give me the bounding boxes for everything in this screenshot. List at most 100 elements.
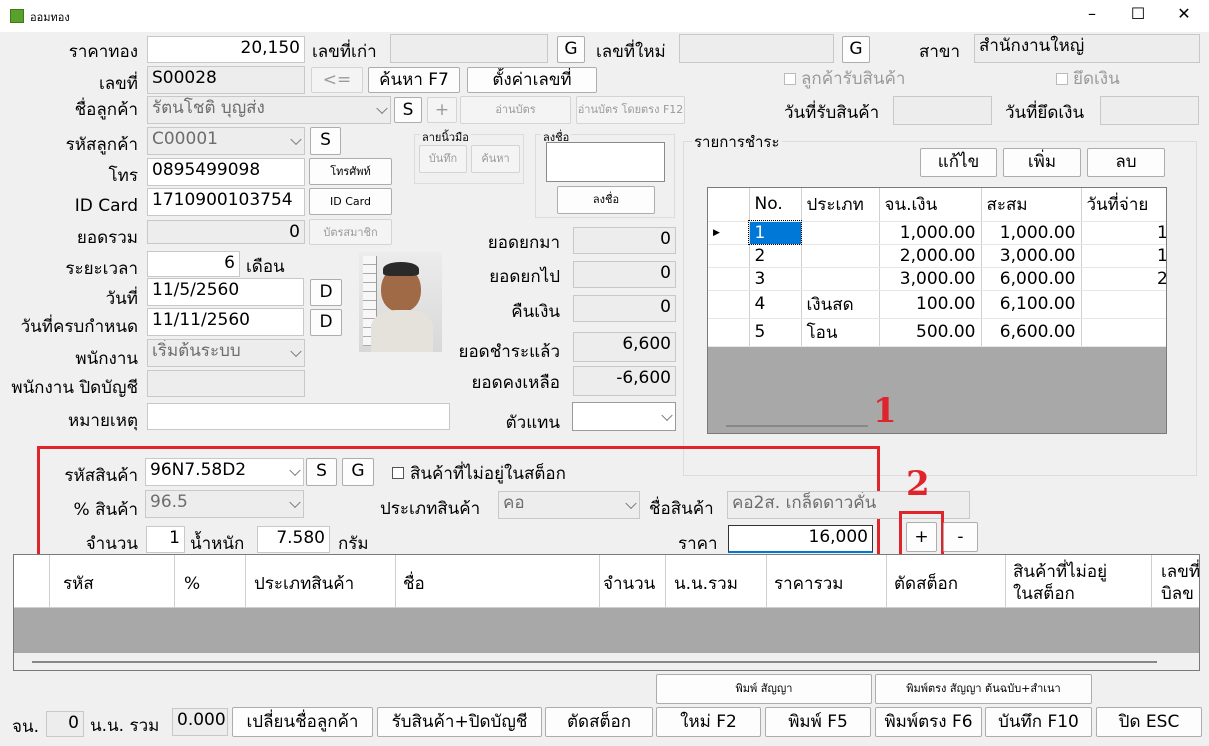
items-col-cut-stock[interactable]: ตัดสต็อก <box>894 573 958 595</box>
items-col-code[interactable]: รหัส <box>63 573 94 595</box>
add-payment-button[interactable]: เพิ่ม <box>1003 148 1081 177</box>
new-f2-button[interactable]: ใหม่ F2 <box>656 707 761 737</box>
row-selector[interactable] <box>708 267 750 291</box>
product-percent-combo[interactable]: 96.5 <box>145 490 304 518</box>
refund-field[interactable]: 0 <box>573 295 676 322</box>
minimize-button[interactable]: – <box>1072 4 1112 23</box>
read-card-direct-button[interactable]: อ่านบัตร โดยตรง F12 <box>576 96 685 124</box>
items-col-qty[interactable]: จำนวน <box>603 573 655 595</box>
customer-code-s-button[interactable]: S <box>310 127 341 155</box>
payment-row[interactable]: 3 3,000.006,000.0025/5/25 <box>708 267 1166 291</box>
payment-row[interactable]: ▶11,000.001,000.0011/5/25 <box>708 220 1166 245</box>
customer-code-combo[interactable]: C00001 <box>147 127 305 155</box>
search-f7-button[interactable]: ค้นหา F7 <box>368 67 460 93</box>
new-no-g-button[interactable]: G <box>842 36 870 63</box>
payments-col-no[interactable]: No. <box>749 188 802 222</box>
due-date-field[interactable]: 11/11/2560 <box>147 308 304 336</box>
close-button[interactable]: ✕ <box>1164 4 1204 23</box>
customer-name-combo[interactable]: รัตนโชติ บุญส่ง <box>147 96 391 124</box>
payments-hscroll[interactable] <box>726 425 868 427</box>
items-col-type[interactable]: ประเภทสินค้า <box>254 573 354 595</box>
old-no-field[interactable] <box>390 34 548 63</box>
cut-stock-button[interactable]: ตัดสต็อก <box>545 707 653 737</box>
member-card-button[interactable]: บัตรสมาชิก <box>309 219 392 245</box>
row-selector[interactable] <box>708 290 750 319</box>
payments-grid[interactable]: No. ประเภท จน.เงิน สะสม วันที่จ่าย ▶ 1 1,0… <box>707 187 1167 434</box>
period-field[interactable]: 6 <box>147 251 240 277</box>
seize-money-checkbox[interactable] <box>1056 73 1068 85</box>
back-button[interactable]: <= <box>311 67 363 93</box>
product-g-button[interactable]: G <box>342 458 374 486</box>
fingerprint-save-button[interactable]: บันทึก <box>419 145 467 173</box>
print-contract-button[interactable]: พิมพ์ สัญญา <box>656 674 872 704</box>
add-customer-button[interactable]: + <box>427 97 457 123</box>
print-direct-f6-button[interactable]: พิมพ์ตรง F6 <box>875 707 982 737</box>
close-esc-button[interactable]: ปิด ESC <box>1096 707 1202 737</box>
items-grid[interactable]: รหัส % ประเภทสินค้า ชื่อ จำนวน น.น.รวม ร… <box>13 554 1200 671</box>
payments-col-accum[interactable]: สะสม <box>981 188 1082 222</box>
sign-button[interactable]: ลงชื่อ <box>557 186 655 214</box>
print-f5-button[interactable]: พิมพ์ F5 <box>765 707 871 737</box>
date-field[interactable]: 11/5/2560 <box>147 278 304 306</box>
receive-close-account-button[interactable]: รับสินค้า+ปิดบัญชี <box>377 707 542 737</box>
delete-payment-button[interactable]: ลบ <box>1087 148 1165 177</box>
print-contract-direct-button[interactable]: พิมพ์ตรง สัญญา ต้นฉบับ+สำเนา <box>875 674 1092 704</box>
close-staff-field[interactable] <box>147 370 305 397</box>
payments-col-type[interactable]: ประเภท <box>801 188 880 222</box>
customer-receive-checkbox[interactable] <box>784 73 796 85</box>
save-f10-button[interactable]: บันทึก F10 <box>985 707 1092 737</box>
items-hscroll[interactable] <box>14 653 1199 670</box>
carry-in-field[interactable]: 0 <box>573 227 676 254</box>
idcard-button[interactable]: ID Card <box>309 188 392 215</box>
no-field[interactable]: S00028 <box>147 66 305 94</box>
items-col-total[interactable]: ราคารวม <box>774 573 843 595</box>
quantity-field[interactable]: 1 <box>146 526 185 553</box>
edit-payment-button[interactable]: แก้ไข <box>920 148 997 177</box>
signature-box[interactable] <box>546 142 665 182</box>
payments-col-date[interactable]: วันที่จ่าย <box>1081 188 1166 222</box>
due-date-d-button[interactable]: D <box>310 309 342 336</box>
receive-date-field[interactable] <box>893 96 992 125</box>
balance-field[interactable]: -6,600 <box>573 366 676 396</box>
footer-count-field[interactable]: 0 <box>46 711 84 737</box>
product-code-combo[interactable]: 96N7.58D2 <box>145 458 304 486</box>
maximize-button[interactable]: ☐ <box>1118 4 1158 23</box>
phone-button[interactable]: โทรศัพท์ <box>309 158 392 185</box>
change-customer-button[interactable]: เปลี่ยนชื่อลูกค้า <box>232 707 373 737</box>
row-selector[interactable] <box>708 318 750 347</box>
gold-price-field[interactable]: 20,150 <box>147 36 305 63</box>
payments-col-amount[interactable]: จน.เงิน <box>879 188 982 222</box>
phone-field[interactable]: 0895499098 <box>147 158 305 186</box>
staff-combo[interactable]: เริ่มต้นระบบ <box>147 339 305 367</box>
new-no-field[interactable] <box>679 34 834 63</box>
add-product-button[interactable]: + <box>906 522 937 552</box>
payment-row[interactable]: 4เงินสด100.006,100.001/4/25 <box>708 290 1166 319</box>
product-s-button[interactable]: S <box>306 458 337 486</box>
items-col-not-in-stock[interactable]: สินค้าที่ไม่อยู่ ในสต็อก <box>1013 561 1107 605</box>
date-d-button[interactable]: D <box>310 279 342 306</box>
row-selector[interactable] <box>708 244 750 268</box>
note-field[interactable] <box>147 403 450 430</box>
payment-row[interactable]: 2 2,000.003,000.0011/5/25 <box>708 244 1166 268</box>
total-field[interactable]: 0 <box>147 220 305 244</box>
customer-s-button[interactable]: S <box>394 97 422 123</box>
not-in-stock-checkbox[interactable] <box>392 467 404 479</box>
paid-field[interactable]: 6,600 <box>573 332 676 362</box>
old-no-g-button[interactable]: G <box>557 36 585 63</box>
product-type-combo[interactable]: คอ <box>498 491 640 519</box>
carry-out-field[interactable]: 0 <box>573 261 676 288</box>
items-col-name[interactable]: ชื่อ <box>403 573 425 595</box>
branch-field[interactable]: สำนักงานใหญ่ <box>974 34 1200 63</box>
idcard-field[interactable]: 1710900103754 <box>147 188 305 216</box>
payment-row[interactable]: 5โอน500.006,600.001/4/25 <box>708 318 1166 347</box>
fingerprint-search-button[interactable]: ค้นหา <box>471 145 520 173</box>
row-selector[interactable]: ▶ <box>708 221 750 245</box>
price-field[interactable]: 16,000 <box>728 525 873 553</box>
agent-combo[interactable] <box>572 402 676 431</box>
set-number-button[interactable]: ตั้งค่าเลขที่ <box>467 67 597 93</box>
seize-date-field[interactable] <box>1100 96 1199 125</box>
footer-weight-field[interactable]: 0.000 <box>172 708 228 736</box>
weight-field[interactable]: 7.580 <box>257 526 330 553</box>
items-col-bill-no[interactable]: เลขที่ บิลข <box>1161 561 1199 605</box>
items-col-percent[interactable]: % <box>184 573 200 595</box>
